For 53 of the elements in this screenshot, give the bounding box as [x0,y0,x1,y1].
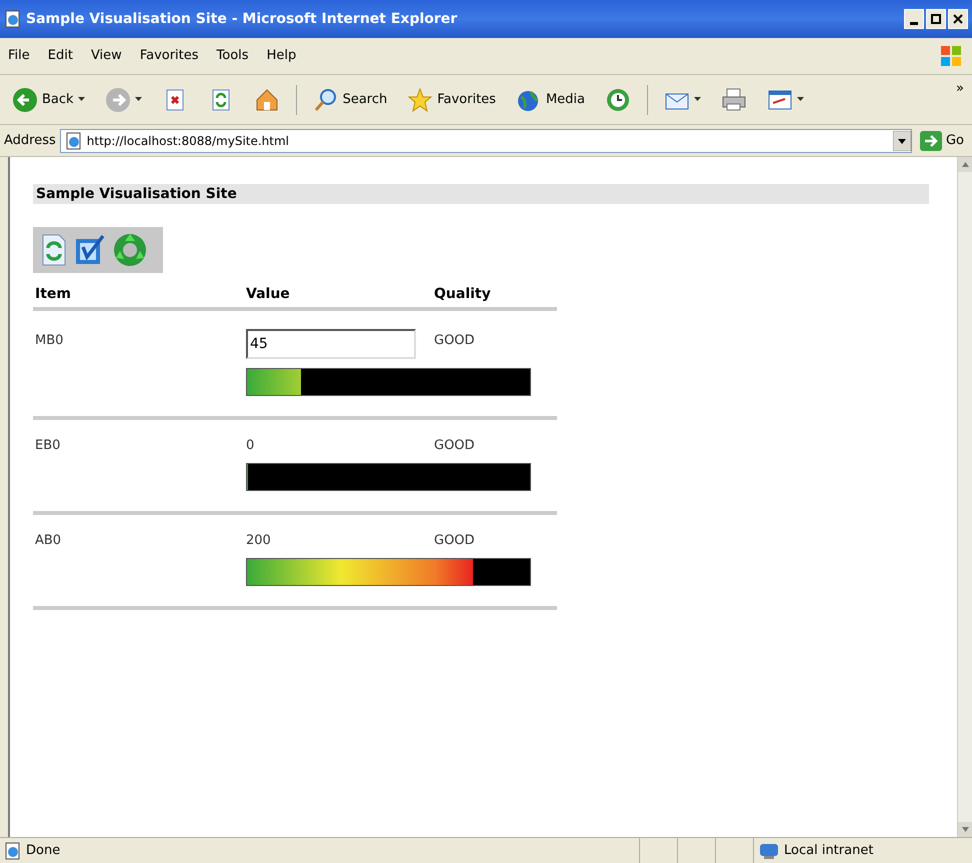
item-name: MB0 [35,333,64,349]
menu-item[interactable]: Favorites [140,46,199,66]
favorites-button[interactable]: Favorites [403,82,500,118]
page-icon [4,10,22,28]
quality-text: GOOD [434,533,476,549]
address-label: Address [4,132,56,150]
page-icon [4,842,22,860]
close-button[interactable] [948,9,968,29]
quality-text: GOOD [434,333,476,349]
dropdown-caret-icon [134,97,142,102]
star-icon [407,86,434,112]
value-text: 0 [246,438,256,454]
dropdown-caret-icon [797,97,804,102]
zone-text: Local intranet [784,842,874,860]
maximize-icon [931,14,941,24]
minimize-icon [910,22,918,24]
checkbox-icon[interactable] [73,233,107,267]
item-name: EB0 [35,438,62,454]
search-button[interactable]: Search [308,82,392,118]
menu-item[interactable]: Edit [48,46,73,66]
status-text: Done [26,842,62,860]
printer-icon [721,86,748,112]
house-icon [254,86,280,112]
media-button[interactable]: Media [512,82,590,118]
value-text: 200 [246,533,272,549]
address-field[interactable]: http://localhost:8088/mySite.html [60,128,912,152]
menu-item[interactable]: Tools [216,46,249,66]
item-name: AB0 [35,533,62,549]
windows-logo-icon [938,43,964,69]
back-button[interactable]: Back [8,82,89,118]
quality-text: GOOD [434,438,476,454]
column-header: Value [246,284,291,304]
menu-item[interactable]: View [90,46,122,66]
dropdown-caret-icon [892,130,911,150]
value-field[interactable]: 45 [246,329,416,359]
menu-item[interactable]: File [8,46,30,66]
scrollbar[interactable] [957,157,972,837]
go-button[interactable]: Go [916,130,968,150]
dropdown-caret-icon [78,97,85,102]
search-icon [312,86,339,112]
menu-item[interactable]: Help [266,46,296,66]
minimize-button[interactable] [904,9,924,29]
clock-icon [605,86,632,112]
maximize-button[interactable] [926,9,946,29]
dropdown-caret-icon [694,97,702,102]
network-icon [758,842,780,860]
page-heading: Sample Visualisation Site [33,184,929,204]
column-header: Item [35,284,72,304]
close-icon [953,14,963,24]
page-icon [64,132,83,150]
overflow-chevron[interactable]: » [956,79,964,98]
column-header: Quality [434,284,492,304]
window-title: Sample Visualisation Site - Microsoft Internet Explorer [26,10,458,28]
